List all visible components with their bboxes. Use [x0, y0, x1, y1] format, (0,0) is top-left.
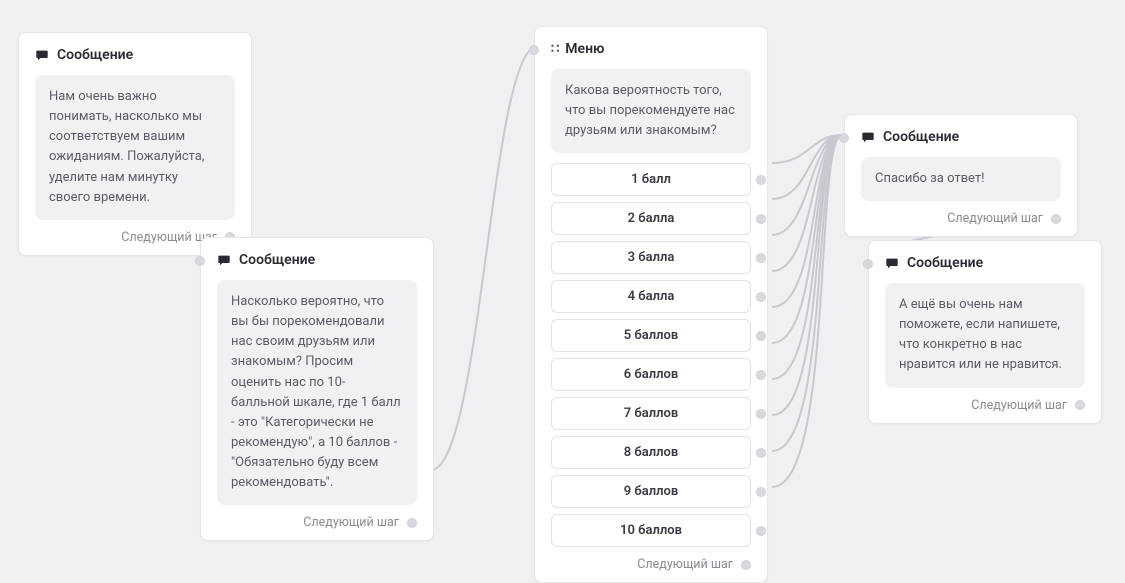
menu-options-list: 1 балл 2 балла 3 балла 4 балла 5 баллов 6 бал…	[551, 163, 751, 547]
node-header: Сообщение	[885, 255, 1085, 271]
menu-option[interactable]: 5 баллов	[551, 319, 751, 352]
menu-option[interactable]: 7 баллов	[551, 397, 751, 430]
message-icon	[35, 49, 49, 62]
menu-option[interactable]: 10 баллов	[551, 514, 751, 547]
menu-option[interactable]: 2 балла	[551, 202, 751, 235]
grip-icon: ∷	[551, 42, 557, 57]
next-step-row: Следующий шаг	[217, 515, 417, 530]
input-port[interactable]	[863, 259, 873, 269]
menu-option[interactable]: 1 балл	[551, 163, 751, 196]
option-output-port[interactable]	[756, 253, 766, 263]
menu-prompt: Какова вероятность того, что вы порекоме…	[551, 69, 751, 153]
node-title: Сообщение	[907, 255, 983, 271]
next-step-row: Следующий шаг	[885, 398, 1085, 413]
next-step-label: Следующий шаг	[947, 211, 1043, 226]
input-port[interactable]	[195, 256, 205, 266]
menu-option[interactable]: 3 балла	[551, 241, 751, 274]
output-port[interactable]	[407, 518, 417, 528]
option-output-port[interactable]	[756, 448, 766, 458]
option-output-port[interactable]	[756, 292, 766, 302]
message-body: Насколько вероятно, что вы бы порекоменд…	[217, 280, 417, 505]
menu-option[interactable]: 6 баллов	[551, 358, 751, 391]
next-step-label: Следующий шаг	[971, 398, 1067, 413]
input-port[interactable]	[529, 45, 539, 55]
node-header: Сообщение	[217, 252, 417, 268]
menu-option[interactable]: 8 баллов	[551, 436, 751, 469]
option-output-port[interactable]	[756, 214, 766, 224]
message-body: Спасибо за ответ!	[861, 157, 1061, 201]
next-step-label: Следующий шаг	[303, 515, 399, 530]
message-icon	[217, 254, 231, 267]
option-output-port[interactable]	[756, 409, 766, 419]
input-port[interactable]	[839, 133, 849, 143]
node-title: Меню	[565, 41, 604, 57]
node-header: Сообщение	[35, 47, 235, 63]
output-port[interactable]	[741, 560, 751, 570]
node-header: Сообщение	[861, 129, 1061, 145]
menu-node[interactable]: ∷ Меню Какова вероятность того, что вы п…	[534, 26, 768, 583]
message-node-1[interactable]: Сообщение Нам очень важно понимать, наск…	[18, 32, 252, 256]
node-title: Сообщение	[883, 129, 959, 145]
next-step-row: Следующий шаг	[861, 211, 1061, 226]
option-output-port[interactable]	[756, 331, 766, 341]
menu-option[interactable]: 9 баллов	[551, 475, 751, 508]
message-node-3[interactable]: Сообщение Спасибо за ответ! Следующий ша…	[844, 114, 1078, 237]
node-header: ∷ Меню	[551, 41, 751, 57]
output-port[interactable]	[1075, 400, 1085, 410]
option-output-port[interactable]	[756, 487, 766, 497]
message-node-4[interactable]: Сообщение А ещё вы очень нам поможете, е…	[868, 240, 1102, 424]
message-icon	[861, 131, 875, 144]
option-output-port[interactable]	[756, 526, 766, 536]
node-title: Сообщение	[239, 252, 315, 268]
node-title: Сообщение	[57, 47, 133, 63]
menu-option[interactable]: 4 балла	[551, 280, 751, 313]
message-icon	[885, 257, 899, 270]
message-body: А ещё вы очень нам поможете, если напише…	[885, 283, 1085, 388]
message-node-2[interactable]: Сообщение Насколько вероятно, что вы бы …	[200, 237, 434, 541]
option-output-port[interactable]	[756, 370, 766, 380]
option-output-port[interactable]	[756, 175, 766, 185]
message-body: Нам очень важно понимать, насколько мы с…	[35, 75, 235, 220]
output-port[interactable]	[1051, 214, 1061, 224]
next-step-row: Следующий шаг	[551, 557, 751, 572]
next-step-label: Следующий шаг	[637, 557, 733, 572]
